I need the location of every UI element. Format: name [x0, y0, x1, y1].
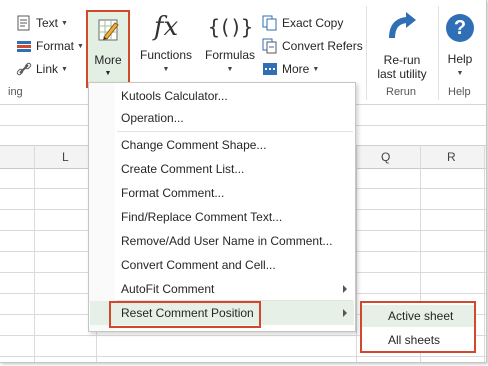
rerun-arrow-icon: [386, 12, 418, 45]
menu-item-label: Operation...: [121, 111, 184, 125]
help-button-label: Help: [447, 52, 473, 66]
help-icon: ?: [446, 14, 474, 42]
column-header-l[interactable]: L: [62, 150, 69, 164]
format-button[interactable]: Format ▼: [16, 36, 84, 56]
menu-item-label: AutoFit Comment: [121, 282, 215, 296]
menu-item-kutools-calculator[interactable]: Kutools Calculator...: [89, 85, 355, 107]
chevron-down-icon: ▼: [456, 70, 464, 77]
menu-item-reset-comment-position[interactable]: Reset Comment Position: [89, 302, 355, 324]
gridline: [34, 145, 35, 362]
submenu-item-all-sheets[interactable]: All sheets: [362, 329, 474, 351]
format-icon: [16, 38, 32, 54]
rerun-label-line2: last utility: [377, 67, 427, 81]
text-button-label: Text: [36, 16, 59, 30]
convert-refers-button[interactable]: Convert Refers: [262, 36, 363, 56]
menu-separator: [117, 300, 353, 301]
group-divider: [366, 6, 367, 100]
chevron-down-icon: ▼: [226, 66, 234, 73]
menu-item-label: Change Comment Shape...: [121, 138, 267, 152]
menu-item-convert-comment-and-cell[interactable]: Convert Comment and Cell...: [89, 254, 355, 276]
more-dropdown-menu: Kutools Calculator... Operation... Chang…: [88, 82, 356, 332]
function-fx-icon: fx: [153, 12, 179, 42]
chevron-down-icon: ▼: [61, 65, 68, 73]
menu-item-label: Remove/Add User Name in Comment...: [121, 234, 333, 248]
menu-separator: [117, 131, 353, 132]
link-icon: [16, 61, 32, 77]
help-button[interactable]: ? Help ▼: [442, 14, 478, 77]
menu-item-label: Reset Comment Position: [121, 306, 254, 320]
menu-item-label: Create Comment List...: [121, 162, 245, 176]
more-button-label: More: [94, 53, 122, 67]
menu-item-find-replace-comment-text[interactable]: Find/Replace Comment Text...: [89, 206, 355, 228]
group-label-help: Help: [448, 86, 471, 98]
chevron-down-icon: ▼: [77, 42, 84, 50]
functions-button[interactable]: fx Functions ▼: [138, 12, 194, 73]
menu-item-format-comment[interactable]: Format Comment...: [89, 182, 355, 204]
exact-copy-label: Exact Copy: [282, 16, 344, 30]
menu-item-label: Format Comment...: [121, 186, 225, 200]
format-button-label: Format: [36, 39, 75, 53]
menu-item-operation[interactable]: Operation...: [89, 107, 355, 129]
rerun-button[interactable]: Re-run last utility: [370, 12, 434, 81]
column-header-r[interactable]: R: [447, 150, 456, 164]
chevron-right-icon: [343, 285, 347, 293]
menu-item-autofit-comment[interactable]: AutoFit Comment: [89, 278, 355, 300]
exact-copy-button[interactable]: Exact Copy: [262, 13, 343, 33]
more-grid-icon: [262, 61, 278, 77]
formulas-button-label: Formulas: [204, 48, 255, 62]
excel-window: Text ▼ Format ▼ Link ▼ ing More ▼ fx Fun…: [0, 0, 487, 363]
menu-item-label: Kutools Calculator...: [121, 89, 228, 103]
rerun-label-line1: Re-run: [383, 53, 421, 67]
menu-item-change-comment-shape[interactable]: Change Comment Shape...: [89, 134, 355, 156]
submenu-item-label: Active sheet: [388, 309, 454, 323]
menu-item-label: Convert Comment and Cell...: [121, 258, 276, 272]
menu-item-remove-add-user-name[interactable]: Remove/Add User Name in Comment...: [89, 230, 355, 252]
chevron-right-icon: [343, 309, 347, 317]
text-button[interactable]: Text ▼: [16, 13, 68, 33]
more-button[interactable]: More ▼: [86, 10, 130, 88]
convert-icon: [262, 38, 278, 54]
column-header-q[interactable]: Q: [381, 150, 390, 164]
more-small-button[interactable]: More ▼: [262, 59, 319, 79]
submenu-item-label: All sheets: [388, 333, 441, 347]
gridline: [484, 145, 485, 362]
submenu-item-active-sheet[interactable]: Active sheet: [362, 305, 474, 327]
group-divider: [438, 6, 439, 100]
pencil-edit-icon: [98, 18, 120, 45]
more-small-label: More: [282, 62, 310, 76]
formula-braces-icon: {()}: [207, 15, 253, 39]
group-label-rerun: Rerun: [386, 86, 416, 98]
convert-refers-label: Convert Refers: [282, 39, 363, 53]
gridline: [356, 145, 357, 362]
group-label-editing: ing: [8, 86, 23, 98]
copy-icon: [262, 15, 278, 31]
functions-button-label: Functions: [139, 48, 193, 62]
chevron-down-icon: ▼: [61, 19, 68, 27]
text-icon: [16, 15, 32, 31]
menu-item-create-comment-list[interactable]: Create Comment List...: [89, 158, 355, 180]
chevron-down-icon: ▼: [312, 65, 320, 73]
menu-item-label: Find/Replace Comment Text...: [121, 210, 283, 224]
gridline: [0, 356, 486, 357]
link-button[interactable]: Link ▼: [16, 59, 68, 79]
chevron-down-icon: ▼: [104, 70, 112, 77]
link-button-label: Link: [36, 62, 59, 76]
formulas-button[interactable]: {()} Formulas ▼: [202, 12, 258, 73]
chevron-down-icon: ▼: [162, 66, 170, 73]
reset-position-submenu: Active sheet All sheets: [360, 301, 476, 353]
